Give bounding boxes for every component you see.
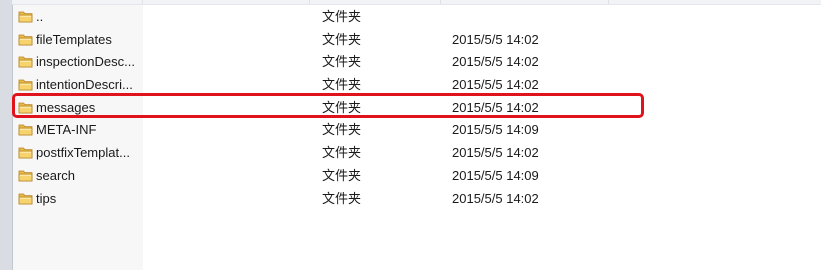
column-separator[interactable] (608, 0, 609, 4)
file-date: 2015/5/5 14:02 (452, 99, 539, 115)
file-name: intentionDescri... (36, 77, 133, 93)
folder-icon (18, 168, 33, 183)
file-date: 2015/5/5 14:09 (452, 167, 539, 183)
file-row[interactable]: tips 文件夹 2015/5/5 14:02 (13, 188, 821, 211)
file-name: inspectionDesc... (36, 54, 135, 70)
file-date: 2015/5/5 14:09 (452, 122, 539, 138)
file-name: tips (36, 190, 57, 206)
file-row-messages[interactable]: messages 文件夹 2015/5/5 14:02 (13, 97, 821, 120)
folder-icon (18, 77, 33, 92)
file-name: messages (36, 99, 96, 115)
navigation-pane-edge[interactable] (0, 0, 13, 270)
file-type: 文件夹 (322, 122, 362, 138)
file-type: 文件夹 (322, 190, 362, 206)
file-row-parent[interactable]: .. 文件夹 (13, 6, 821, 29)
column-separator[interactable] (309, 0, 310, 4)
file-row[interactable]: search 文件夹 2015/5/5 14:09 (13, 165, 821, 188)
file-list: .. 文件夹 fileTemplates 文件夹 2015/5/5 14:02 … (13, 6, 821, 210)
file-row[interactable]: postfixTemplat... 文件夹 2015/5/5 14:02 (13, 142, 821, 165)
file-type: 文件夹 (322, 145, 362, 161)
file-type: 文件夹 (322, 31, 362, 47)
file-date: 2015/5/5 14:02 (452, 145, 539, 161)
file-date: 2015/5/5 14:02 (452, 31, 539, 47)
file-name: fileTemplates (36, 31, 112, 47)
file-explorer-window: .. 文件夹 fileTemplates 文件夹 2015/5/5 14:02 … (0, 0, 821, 270)
file-row[interactable]: intentionDescri... 文件夹 2015/5/5 14:02 (13, 74, 821, 97)
column-separator[interactable] (440, 0, 441, 4)
file-date: 2015/5/5 14:02 (452, 190, 539, 206)
file-row[interactable]: inspectionDesc... 文件夹 2015/5/5 14:02 (13, 51, 821, 74)
file-type: 文件夹 (322, 77, 362, 93)
folder-icon (18, 191, 33, 206)
file-type: 文件夹 (322, 99, 362, 115)
file-name: META-INF (36, 122, 97, 138)
file-type: 文件夹 (322, 9, 362, 24)
file-date: 2015/5/5 14:02 (452, 77, 539, 93)
folder-icon (18, 54, 33, 69)
file-row[interactable]: fileTemplates 文件夹 2015/5/5 14:02 (13, 29, 821, 52)
folder-icon (18, 32, 33, 47)
file-name: .. (36, 9, 44, 24)
folder-icon (18, 9, 33, 24)
file-name: postfixTemplat... (36, 145, 130, 161)
folder-icon (18, 100, 33, 115)
folder-icon (18, 122, 33, 137)
folder-icon (18, 145, 33, 160)
file-row[interactable]: META-INF 文件夹 2015/5/5 14:09 (13, 119, 821, 142)
file-type: 文件夹 (322, 167, 362, 183)
file-type: 文件夹 (322, 54, 362, 70)
file-name: search (36, 167, 76, 183)
column-separator[interactable] (142, 0, 143, 4)
file-date: 2015/5/5 14:02 (452, 54, 539, 70)
